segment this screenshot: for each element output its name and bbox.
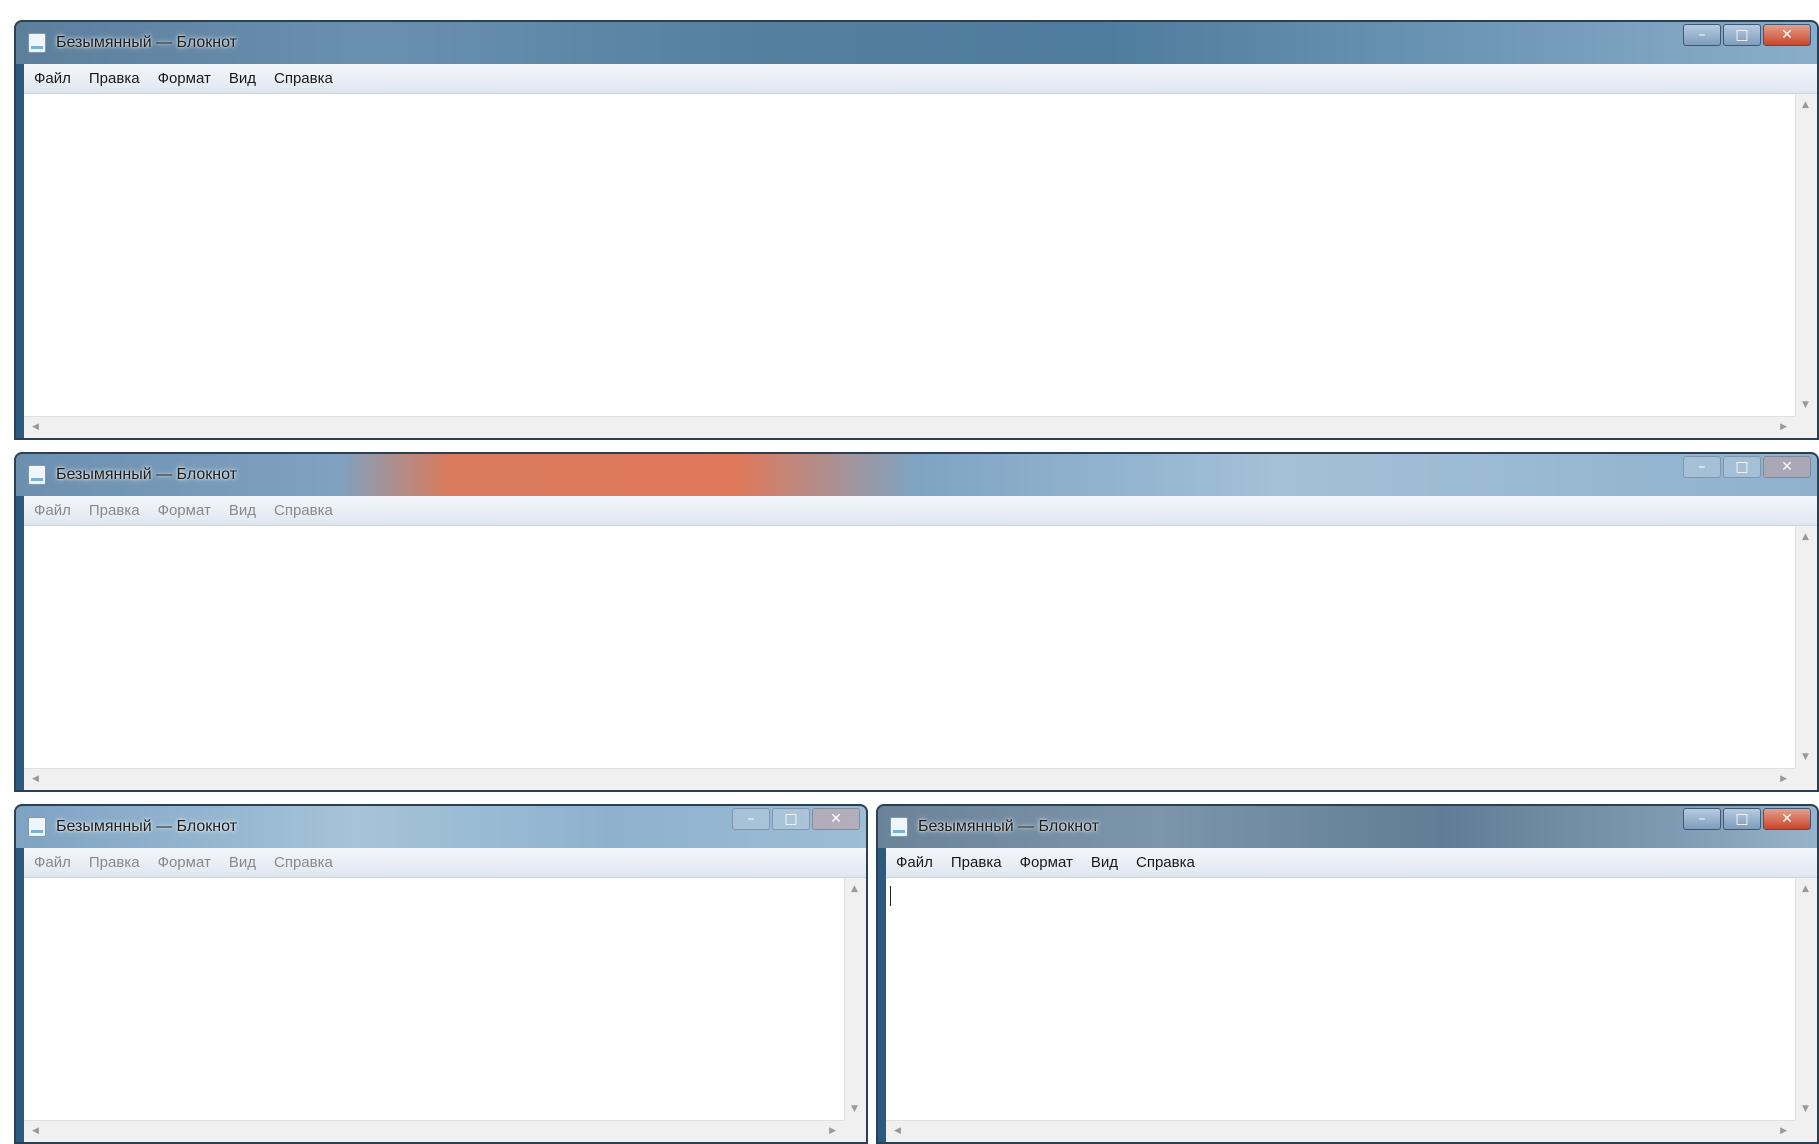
window-title: Безымянный — Блокнот [56, 818, 237, 835]
notepad-window-4[interactable]: Безымянный — Блокнот – □ ✕ Файл Правка Ф… [876, 804, 1819, 1144]
minimize-button[interactable]: – [1683, 808, 1721, 830]
menu-bar: Файл Правка Формат Вид Справка [24, 64, 1817, 94]
window-title: Безымянный — Блокнот [918, 818, 1099, 835]
text-area[interactable] [24, 94, 1795, 416]
scroll-right-icon[interactable]: ▶ [829, 1126, 836, 1136]
scroll-right-icon[interactable]: ▶ [1780, 1126, 1787, 1136]
title-bar[interactable]: Безымянный — Блокнот – □ ✕ [16, 454, 1817, 496]
editor-area: ▲ ▼ ◀ ▶ [24, 878, 866, 1142]
notepad-window-2[interactable]: Безымянный — Блокнот – □ ✕ Файл Правка Ф… [14, 452, 1819, 792]
menu-view[interactable]: Вид [1091, 854, 1118, 871]
scroll-down-icon[interactable]: ▼ [1802, 400, 1809, 410]
menu-bar: Файл Правка Формат Вид Справка [24, 848, 866, 878]
scroll-left-icon[interactable]: ◀ [32, 774, 39, 784]
scroll-left-icon[interactable]: ◀ [32, 422, 39, 432]
window-title: Безымянный — Блокнот [56, 34, 237, 51]
notepad-icon [28, 817, 46, 837]
notepad-icon [28, 465, 46, 485]
horizontal-scrollbar[interactable]: ◀ ▶ [24, 768, 1795, 790]
menu-file[interactable]: Файл [34, 854, 71, 871]
horizontal-scrollbar[interactable]: ◀ ▶ [24, 416, 1795, 438]
menu-view[interactable]: Вид [229, 854, 256, 871]
maximize-button[interactable]: □ [1723, 808, 1761, 830]
notepad-window-3[interactable]: Безымянный — Блокнот – □ ✕ Файл Правка Ф… [14, 804, 868, 1144]
menu-view[interactable]: Вид [229, 502, 256, 519]
menu-view[interactable]: Вид [229, 70, 256, 87]
horizontal-scrollbar[interactable]: ◀ ▶ [24, 1120, 844, 1142]
editor-area: ▲ ▼ ◀ ▶ [886, 878, 1817, 1142]
close-button[interactable]: ✕ [1763, 808, 1811, 830]
scroll-down-icon[interactable]: ▼ [851, 1104, 858, 1114]
window-title: Безымянный — Блокнот [56, 466, 237, 483]
editor-area: ▲ ▼ ◀ ▶ [24, 94, 1817, 438]
menu-help[interactable]: Справка [274, 854, 333, 871]
vertical-scrollbar[interactable]: ▲ ▼ [1795, 878, 1817, 1120]
scroll-up-icon[interactable]: ▲ [1802, 100, 1809, 110]
menu-format[interactable]: Формат [158, 854, 211, 871]
menu-format[interactable]: Формат [158, 70, 211, 87]
text-area[interactable] [24, 878, 844, 1120]
scroll-left-icon[interactable]: ◀ [32, 1126, 39, 1136]
menu-edit[interactable]: Правка [89, 854, 140, 871]
scroll-right-icon[interactable]: ▶ [1780, 422, 1787, 432]
menu-format[interactable]: Формат [1020, 854, 1073, 871]
scrollbar-corner [844, 1120, 866, 1142]
title-bar[interactable]: Безымянный — Блокнот – □ ✕ [16, 806, 866, 848]
menu-format[interactable]: Формат [158, 502, 211, 519]
text-caret [890, 886, 891, 906]
menu-bar: Файл Правка Формат Вид Справка [24, 496, 1817, 526]
close-button[interactable]: ✕ [1763, 456, 1811, 478]
close-button[interactable]: ✕ [812, 808, 860, 830]
horizontal-scrollbar[interactable]: ◀ ▶ [886, 1120, 1795, 1142]
notepad-icon [28, 33, 46, 53]
scrollbar-corner [1795, 416, 1817, 438]
scroll-down-icon[interactable]: ▼ [1802, 752, 1809, 762]
scrollbar-corner [1795, 1120, 1817, 1142]
title-bar[interactable]: Безымянный — Блокнот – □ ✕ [878, 806, 1817, 848]
menu-edit[interactable]: Правка [89, 70, 140, 87]
menu-file[interactable]: Файл [34, 502, 71, 519]
vertical-scrollbar[interactable]: ▲ ▼ [844, 878, 866, 1120]
maximize-button[interactable]: □ [1723, 24, 1761, 46]
maximize-button[interactable]: □ [772, 808, 810, 830]
scroll-right-icon[interactable]: ▶ [1780, 774, 1787, 784]
scrollbar-corner [1795, 768, 1817, 790]
scroll-down-icon[interactable]: ▼ [1802, 1104, 1809, 1114]
menu-file[interactable]: Файл [34, 70, 71, 87]
menu-bar: Файл Правка Формат Вид Справка [886, 848, 1817, 878]
minimize-button[interactable]: – [1683, 456, 1721, 478]
menu-help[interactable]: Справка [1136, 854, 1195, 871]
notepad-icon [890, 817, 908, 837]
text-area[interactable] [24, 526, 1795, 768]
vertical-scrollbar[interactable]: ▲ ▼ [1795, 526, 1817, 768]
scroll-up-icon[interactable]: ▲ [1802, 884, 1809, 894]
scroll-left-icon[interactable]: ◀ [894, 1126, 901, 1136]
text-area[interactable] [886, 878, 1795, 1120]
title-bar[interactable]: Безымянный — Блокнот – □ ✕ [16, 22, 1817, 64]
close-button[interactable]: ✕ [1763, 24, 1811, 46]
scroll-up-icon[interactable]: ▲ [851, 884, 858, 894]
menu-help[interactable]: Справка [274, 70, 333, 87]
menu-edit[interactable]: Правка [951, 854, 1002, 871]
editor-area: ▲ ▼ ◀ ▶ [24, 526, 1817, 790]
scroll-up-icon[interactable]: ▲ [1802, 532, 1809, 542]
vertical-scrollbar[interactable]: ▲ ▼ [1795, 94, 1817, 416]
menu-file[interactable]: Файл [896, 854, 933, 871]
minimize-button[interactable]: – [1683, 24, 1721, 46]
minimize-button[interactable]: – [732, 808, 770, 830]
notepad-window-1[interactable]: Безымянный — Блокнот – □ ✕ Файл Правка Ф… [14, 20, 1819, 440]
maximize-button[interactable]: □ [1723, 456, 1761, 478]
menu-help[interactable]: Справка [274, 502, 333, 519]
menu-edit[interactable]: Правка [89, 502, 140, 519]
